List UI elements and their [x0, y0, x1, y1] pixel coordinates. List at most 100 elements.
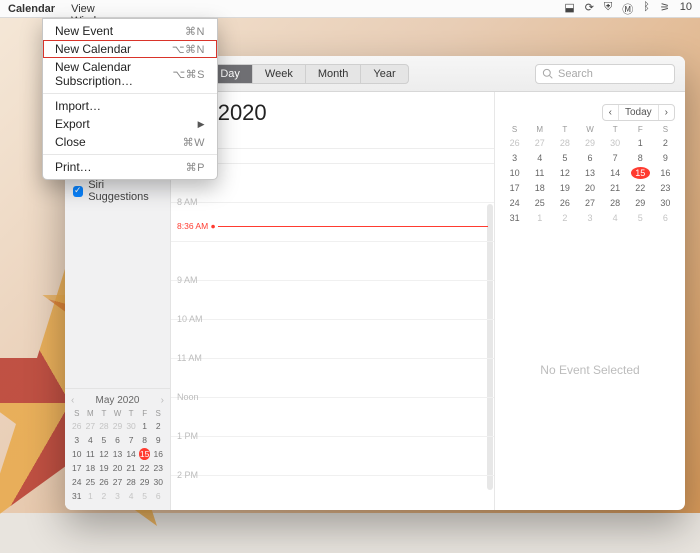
cal-day[interactable]: 26: [98, 476, 110, 488]
cal-day[interactable]: 10: [71, 448, 83, 460]
cal-day[interactable]: 1: [631, 137, 650, 149]
cal-day[interactable]: 30: [656, 197, 675, 209]
view-year[interactable]: Year: [361, 65, 407, 83]
prev-day-button[interactable]: ‹: [603, 105, 619, 120]
cal-day[interactable]: 28: [606, 197, 625, 209]
cal-day[interactable]: 4: [85, 434, 97, 446]
cal-day[interactable]: 7: [125, 434, 137, 446]
cal-day[interactable]: 21: [606, 182, 625, 194]
cal-day[interactable]: 31: [71, 490, 83, 502]
cal-day[interactable]: 9: [152, 434, 164, 446]
cal-day[interactable]: 18: [530, 182, 549, 194]
view-week[interactable]: Week: [253, 65, 306, 83]
cal-day[interactable]: 2: [152, 420, 164, 432]
cal-day[interactable]: 6: [580, 152, 599, 164]
cal-day[interactable]: 6: [112, 434, 124, 446]
cal-day[interactable]: 3: [505, 152, 524, 164]
time-slot[interactable]: Noon: [171, 398, 494, 437]
cal-day[interactable]: 29: [139, 476, 151, 488]
view-month[interactable]: Month: [306, 65, 362, 83]
cal-day[interactable]: 15: [139, 448, 151, 460]
time-slot[interactable]: 2 PM: [171, 476, 494, 510]
cal-day[interactable]: 13: [580, 167, 599, 179]
cal-day[interactable]: 15: [631, 167, 650, 179]
search-icon: [542, 68, 553, 79]
cal-day[interactable]: 24: [505, 197, 524, 209]
cal-day[interactable]: 17: [505, 182, 524, 194]
time-slot[interactable]: 1 PM: [171, 437, 494, 476]
cal-day[interactable]: 2: [656, 137, 675, 149]
cal-day[interactable]: 5: [555, 152, 574, 164]
cal-day[interactable]: 14: [125, 448, 137, 460]
checkbox-icon[interactable]: [73, 186, 83, 197]
cal-day[interactable]: 27: [580, 197, 599, 209]
menu-item-close[interactable]: Close⌘W: [43, 133, 217, 151]
cal-day[interactable]: 22: [139, 462, 151, 474]
current-time-label: 8:36 AM ●: [175, 221, 218, 231]
today-nav[interactable]: ‹ Today ›: [602, 104, 675, 121]
time-slot[interactable]: 11 AM: [171, 359, 494, 398]
view-switcher[interactable]: DayWeekMonthYear: [207, 64, 408, 84]
cal-day[interactable]: 25: [85, 476, 97, 488]
cal-day[interactable]: 29: [631, 197, 650, 209]
cal-day[interactable]: 28: [125, 476, 137, 488]
cal-day[interactable]: 19: [98, 462, 110, 474]
time-slot[interactable]: 8 AM: [171, 203, 494, 242]
menu-item-new-event[interactable]: New Event⌘N: [43, 22, 217, 40]
cal-day[interactable]: 1: [139, 420, 151, 432]
calendar-siri-suggestions[interactable]: Siri Suggestions: [71, 177, 164, 205]
menu-item-new-calendar-subscription-[interactable]: New Calendar Subscription…⌥⌘S: [43, 58, 217, 90]
cal-day[interactable]: 25: [530, 197, 549, 209]
allday-row[interactable]: all-day: [171, 148, 494, 164]
time-slot[interactable]: [171, 242, 494, 281]
cal-day[interactable]: 8: [139, 434, 151, 446]
cal-day[interactable]: 19: [555, 182, 574, 194]
cal-day[interactable]: 17: [71, 462, 83, 474]
cal-day[interactable]: 30: [152, 476, 164, 488]
cal-day[interactable]: 16: [656, 167, 675, 179]
sidebar-mini-calendar[interactable]: ‹ May 2020 › SMTWTFS26272829301234567891…: [71, 395, 164, 502]
cal-day[interactable]: 8: [631, 152, 650, 164]
cal-day[interactable]: 11: [85, 448, 97, 460]
cal-day[interactable]: 10: [505, 167, 524, 179]
time-slot[interactable]: 10 AM: [171, 320, 494, 359]
cal-day[interactable]: 16: [152, 448, 164, 460]
cal-day[interactable]: 23: [152, 462, 164, 474]
cal-day[interactable]: 14: [606, 167, 625, 179]
menu-view[interactable]: View: [63, 3, 118, 15]
cal-day[interactable]: 4: [530, 152, 549, 164]
cal-day[interactable]: 27: [112, 476, 124, 488]
next-month-icon[interactable]: ›: [161, 395, 164, 406]
inspector-mini-calendar[interactable]: SMTWTFS262728293012345678910111213141516…: [505, 125, 675, 224]
next-day-button[interactable]: ›: [659, 105, 674, 120]
cal-day[interactable]: 20: [112, 462, 124, 474]
time-slot[interactable]: 9 AM: [171, 281, 494, 320]
cal-day[interactable]: 21: [125, 462, 137, 474]
cal-day[interactable]: 22: [631, 182, 650, 194]
cal-day[interactable]: 24: [71, 476, 83, 488]
cal-day[interactable]: 9: [656, 152, 675, 164]
cal-day[interactable]: 11: [530, 167, 549, 179]
cal-day[interactable]: 3: [71, 434, 83, 446]
menu-item-new-calendar[interactable]: New Calendar⌥⌘N: [43, 40, 217, 58]
menu-item-export[interactable]: Export▶: [43, 115, 217, 133]
cal-day[interactable]: 31: [505, 212, 524, 224]
cal-day[interactable]: 7: [606, 152, 625, 164]
cal-day[interactable]: 12: [555, 167, 574, 179]
file-menu-dropdown: New Event⌘NNew Calendar⌥⌘NNew Calendar S…: [42, 18, 218, 180]
cal-day[interactable]: 13: [112, 448, 124, 460]
prev-month-icon[interactable]: ‹: [71, 395, 74, 406]
cal-day[interactable]: 20: [580, 182, 599, 194]
sync-icon: ⟳: [585, 1, 594, 17]
timeline[interactable]: 7 AM8 AM8:36 AM ● 9 AM10 AM11 AMNoon1 PM2…: [171, 164, 494, 510]
menu-item-print-[interactable]: Print…⌘P: [43, 158, 217, 176]
menu-item-import-[interactable]: Import…: [43, 97, 217, 115]
search-input[interactable]: Search: [535, 64, 675, 84]
time-slot[interactable]: 7 AM: [171, 164, 494, 203]
cal-day[interactable]: 18: [85, 462, 97, 474]
cal-day[interactable]: 12: [98, 448, 110, 460]
today-button[interactable]: Today: [619, 105, 659, 120]
cal-day[interactable]: 23: [656, 182, 675, 194]
cal-day[interactable]: 5: [98, 434, 110, 446]
cal-day[interactable]: 26: [555, 197, 574, 209]
